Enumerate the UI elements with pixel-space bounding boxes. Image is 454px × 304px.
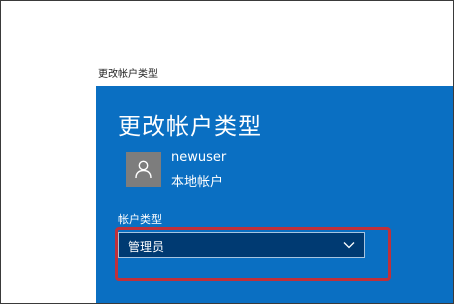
user-icon bbox=[135, 160, 152, 179]
highlight-annotation bbox=[115, 227, 391, 281]
account-type-label: 帐户类型 bbox=[118, 213, 162, 226]
user-name: newuser bbox=[171, 150, 227, 165]
dialog-heading: 更改帐户类型 bbox=[118, 114, 262, 140]
user-account-kind: 本地帐户 bbox=[171, 175, 224, 190]
window-title: 更改帐户类型 bbox=[98, 69, 158, 80]
avatar bbox=[126, 152, 161, 187]
